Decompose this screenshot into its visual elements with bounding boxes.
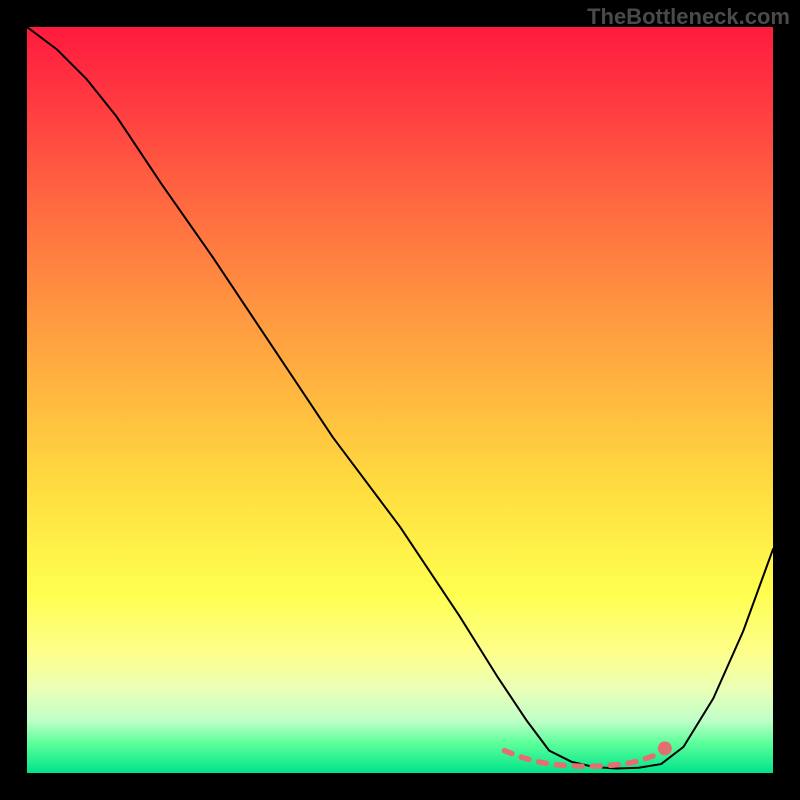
plot-area <box>27 27 773 773</box>
chart-svg <box>27 27 773 773</box>
bottleneck-curve <box>27 27 773 769</box>
valley-highlight <box>504 751 653 767</box>
watermark-text: TheBottleneck.com <box>587 4 790 30</box>
data-point <box>658 741 672 755</box>
